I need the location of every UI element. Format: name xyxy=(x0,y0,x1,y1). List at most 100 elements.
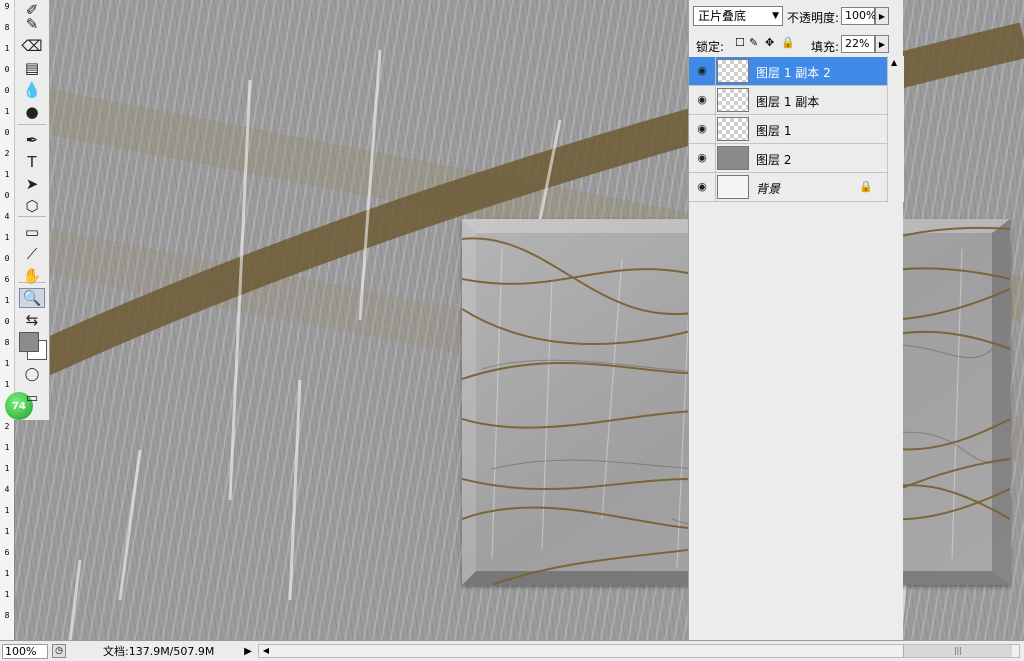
fill-slider-arrow[interactable]: ▶ xyxy=(875,35,889,53)
toolbox: 74 ✐ ✎ ⌫ ▤ 💧 ● ✒ T ➤ ⬡ ▭ ⟋ ✋ 🔍 ⇆ ◯ ▭ xyxy=(5,0,50,420)
blend-mode-value: 正片叠底 xyxy=(698,9,747,23)
ruler-tick: 1 xyxy=(4,359,10,368)
layer-visibility-toggle[interactable]: ◉ xyxy=(689,115,716,143)
layer-row[interactable]: ◉ 图层 2 xyxy=(689,144,887,173)
path-select-icon[interactable]: ➤ xyxy=(19,174,45,194)
layer-visibility-toggle[interactable]: ◉ xyxy=(689,144,716,172)
scroll-left-icon[interactable]: ◀ xyxy=(259,645,273,657)
ruler-tick: 1 xyxy=(4,590,10,599)
ruler-tick: 0 xyxy=(4,128,10,137)
type-icon[interactable]: T xyxy=(19,152,45,172)
layer-name: 图层 2 xyxy=(756,153,792,167)
lock-position-icon[interactable]: ✥ xyxy=(765,36,774,49)
ruler-tick: 1 xyxy=(4,233,10,242)
layer-name: 图层 1 副本 2 xyxy=(756,66,831,80)
eraser-icon[interactable]: ⌫ xyxy=(19,36,45,56)
layer-thumbnail xyxy=(717,88,749,112)
toolbox-separator xyxy=(18,216,46,217)
ruler-tick: 4 xyxy=(4,485,10,494)
ruler-tick: 8 xyxy=(4,338,10,347)
layer-thumbnail xyxy=(717,117,749,141)
ruler-tick: 1 xyxy=(4,107,10,116)
ruler-tick: 8 xyxy=(4,611,10,620)
ruler-tick: 0 xyxy=(4,86,10,95)
lock-image-icon[interactable]: ✎ xyxy=(749,36,758,49)
pen-icon[interactable]: ✒ xyxy=(19,130,45,150)
ruler-tick: 0 xyxy=(4,254,10,263)
color-swatches[interactable] xyxy=(19,332,47,360)
panel-dock xyxy=(688,218,903,640)
layer-name: 图层 1 副本 xyxy=(756,95,820,109)
toolbox-separator xyxy=(18,124,46,125)
horizontal-scrollbar[interactable]: ◀ ||| xyxy=(258,644,1020,658)
layer-visibility-toggle[interactable]: ◉ xyxy=(689,57,716,85)
status-bar: 100% ◷ 文档:137.9M/507.9M ▶ ◀ ||| xyxy=(0,640,1024,661)
dodge-icon[interactable]: ● xyxy=(19,102,45,122)
status-menu-arrow[interactable]: ▶ xyxy=(241,644,255,659)
gradient-icon[interactable]: ▤ xyxy=(19,58,45,78)
blend-mode-select[interactable]: 正片叠底 ▼ xyxy=(693,6,783,26)
eyedropper-icon[interactable]: ⟋ xyxy=(19,244,45,264)
layer-row[interactable]: ◉ 图层 1 副本 2 xyxy=(689,57,887,86)
ruler-tick: 1 xyxy=(4,464,10,473)
lock-label: 锁定: xyxy=(696,40,725,54)
fill-field[interactable]: 22% xyxy=(841,35,875,53)
layer-thumbnail xyxy=(717,175,749,199)
opacity-slider-arrow[interactable]: ▶ xyxy=(875,7,889,25)
hand-icon[interactable]: ✋ xyxy=(19,266,45,286)
layers-scrollbar[interactable]: ▲ xyxy=(887,56,904,202)
eye-icon: ◉ xyxy=(697,93,707,106)
layer-name: 背景 xyxy=(756,182,781,196)
layer-name: 图层 1 xyxy=(756,124,792,138)
scroll-thumb[interactable]: ||| xyxy=(903,645,1012,657)
foreground-color-swatch[interactable] xyxy=(19,332,39,352)
ruler-tick: 0 xyxy=(4,191,10,200)
layer-row[interactable]: ◉ 图层 1 xyxy=(689,115,887,144)
vertical-ruler: 981001021041061081112114116118 xyxy=(0,0,15,640)
lock-all-icon[interactable]: 🔒 xyxy=(781,36,795,49)
ruler-tick: 2 xyxy=(4,149,10,158)
ruler-tick: 4 xyxy=(4,212,10,221)
ruler-tick: 8 xyxy=(4,23,10,32)
lock-icon: 🔒 xyxy=(859,180,873,193)
eye-icon: ◉ xyxy=(697,122,707,135)
ruler-tick: 0 xyxy=(4,317,10,326)
layer-row[interactable]: ◉ 背景 🔒 xyxy=(689,173,887,202)
layer-visibility-toggle[interactable]: ◉ xyxy=(689,173,716,201)
layer-visibility-toggle[interactable]: ◉ xyxy=(689,86,716,114)
screen-mode-icon[interactable]: ▭ xyxy=(19,388,45,408)
ruler-tick: 2 xyxy=(4,422,10,431)
ruler-tick: 6 xyxy=(4,548,10,557)
layer-thumbnail xyxy=(717,146,749,170)
swap-colors-icon[interactable]: ⇆ xyxy=(19,310,45,330)
ruler-tick: 1 xyxy=(4,443,10,452)
fill-label: 填充: xyxy=(811,40,840,54)
eye-icon: ◉ xyxy=(697,180,707,193)
zoom-preset-icon[interactable]: ◷ xyxy=(52,644,66,658)
scroll-up-icon[interactable]: ▲ xyxy=(891,58,897,67)
ruler-tick: 9 xyxy=(4,2,10,11)
shape-icon[interactable]: ⬡ xyxy=(19,196,45,216)
eye-icon: ◉ xyxy=(697,64,707,77)
opacity-label: 不透明度: xyxy=(787,11,840,25)
history-brush-icon[interactable]: ✎ xyxy=(19,14,45,34)
eye-icon: ◉ xyxy=(697,151,707,164)
layer-thumbnail xyxy=(717,59,749,83)
quick-mask-icon[interactable]: ◯ xyxy=(19,364,45,384)
blur-drop-icon[interactable]: 💧 xyxy=(19,80,45,100)
document-info: 文档:137.9M/507.9M xyxy=(103,645,215,658)
zoom-field[interactable]: 100% xyxy=(2,644,48,659)
ruler-tick: 1 xyxy=(4,380,10,389)
lock-transparent-icon[interactable]: ☐ xyxy=(735,36,745,49)
layer-row[interactable]: ◉ 图层 1 副本 xyxy=(689,86,887,115)
ruler-tick: 0 xyxy=(4,65,10,74)
ruler-tick: 1 xyxy=(4,527,10,536)
layers-panel: 正片叠底 ▼ 不透明度: 100% ▶ 锁定: ☐ ✎ ✥ 🔒 填充: 22% … xyxy=(688,0,904,218)
opacity-field[interactable]: 100% xyxy=(841,7,876,25)
ruler-tick: 1 xyxy=(4,44,10,53)
chevron-down-icon: ▼ xyxy=(772,11,779,21)
ruler-tick: 1 xyxy=(4,569,10,578)
zoom-icon[interactable]: 🔍 xyxy=(19,288,45,308)
notes-icon[interactable]: ▭ xyxy=(19,222,45,242)
ruler-tick: 6 xyxy=(4,275,10,284)
